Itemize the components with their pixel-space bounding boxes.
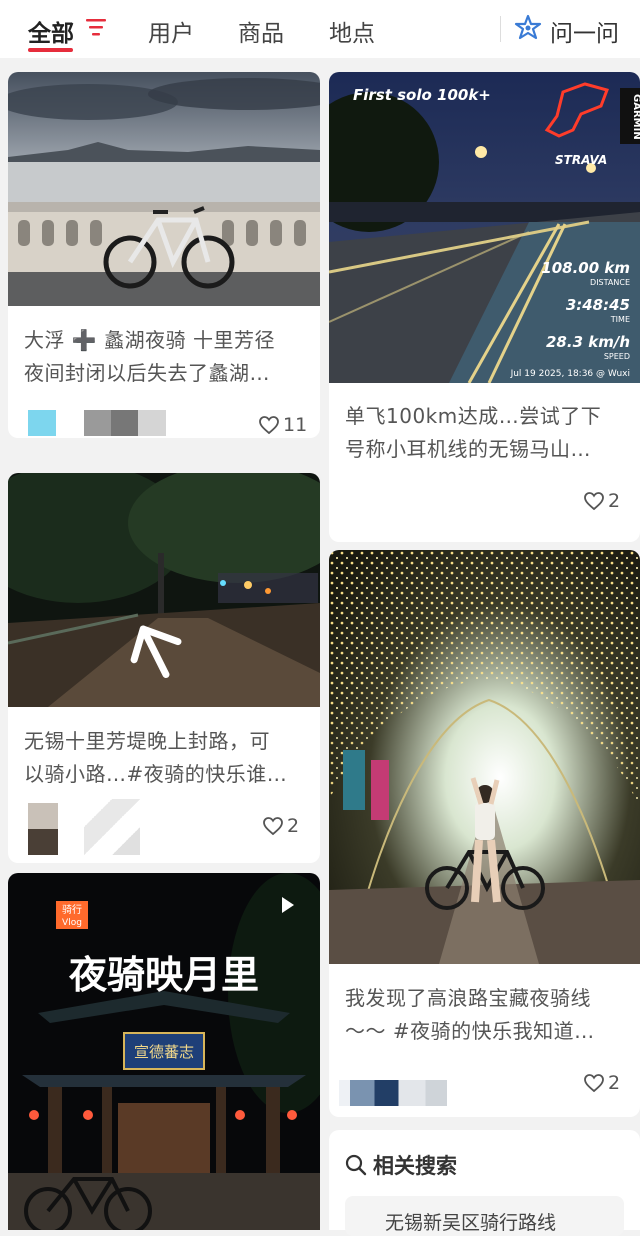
card-title: 单飞100km达成…尝试了下 号称小耳机线的无锡马山… bbox=[345, 404, 602, 461]
ask-button[interactable]: 问一问 bbox=[550, 14, 619, 48]
card-cover-image[interactable]: GARMIN First solo 100k+ STRAVA 108.00 km… bbox=[329, 72, 640, 383]
like-button[interactable]: 11 bbox=[258, 414, 307, 436]
like-button[interactable]: 2 bbox=[583, 1072, 620, 1094]
avatar[interactable] bbox=[28, 410, 56, 436]
card-title: 我发现了高浪路宝藏夜骑线 ～～ #夜骑的快乐我知道… bbox=[345, 986, 595, 1043]
note-card[interactable]: 大浮 ➕ 蠡湖夜骑 十里芳径 夜间封闭以后失去了蠡湖… 11 bbox=[8, 72, 320, 438]
activity-headline: First solo 100k+ bbox=[353, 86, 491, 104]
like-count: 2 bbox=[608, 490, 621, 512]
tab-all[interactable]: 全部 bbox=[28, 14, 74, 48]
like-count: 11 bbox=[283, 414, 308, 436]
heart-icon bbox=[259, 416, 279, 435]
avatar[interactable] bbox=[28, 803, 58, 855]
like-button[interactable]: 2 bbox=[583, 490, 620, 512]
badge-line1: 骑行 bbox=[62, 903, 82, 916]
note-card[interactable]: GARMIN First solo 100k+ STRAVA 108.00 km… bbox=[329, 72, 640, 542]
card-cover-image[interactable]: 骑行 Vlog 夜骑映月里 宣德蕃志 bbox=[8, 873, 320, 1230]
stat-speed-label: SPEED bbox=[604, 352, 630, 361]
like-button[interactable]: 2 bbox=[262, 815, 299, 837]
tab-places[interactable]: 地点 bbox=[329, 14, 375, 48]
card-cover-image[interactable] bbox=[8, 473, 320, 707]
activity-timestamp: Jul 19 2025, 18:36 @ Wuxi bbox=[510, 369, 630, 379]
card-cover-image[interactable] bbox=[329, 550, 640, 964]
username-blurred[interactable] bbox=[84, 799, 140, 855]
related-search-section: 相关搜索 无锡新吴区骑行路线 bbox=[329, 1130, 640, 1236]
like-count: 2 bbox=[608, 1072, 621, 1094]
note-card[interactable]: 无锡十里芳堤晚上封路，可 以骑小路…#夜骑的快乐谁… 2 bbox=[8, 473, 320, 863]
related-search-title: 相关搜索 bbox=[373, 1154, 457, 1178]
top-tab-bar: 全部 用户 商品 地点 问一问 bbox=[0, 0, 640, 58]
badge-line2: Vlog bbox=[62, 918, 82, 928]
stat-speed: 28.3 km/h bbox=[546, 333, 630, 351]
search-icon bbox=[345, 1154, 367, 1176]
gate-sign: 宣德蕃志 bbox=[134, 1043, 194, 1061]
related-search-item[interactable]: 无锡新吴区骑行路线 bbox=[345, 1196, 624, 1236]
strava-logo: STRAVA bbox=[555, 153, 607, 167]
garmin-watermark: GARMIN bbox=[631, 94, 640, 140]
heart-icon bbox=[584, 1074, 604, 1093]
stat-time: 3:48:45 bbox=[566, 296, 630, 314]
card-title: 大浮 ➕ 蠡湖夜骑 十里芳径 夜间封闭以后失去了蠡湖… bbox=[24, 328, 275, 385]
username-blurred[interactable] bbox=[84, 410, 166, 436]
avatar-username-blurred[interactable] bbox=[339, 1080, 447, 1106]
filter-icon[interactable] bbox=[84, 16, 108, 38]
tab-divider bbox=[500, 16, 501, 42]
active-tab-indicator bbox=[28, 48, 73, 52]
stat-distance: 108.00 km bbox=[541, 259, 630, 277]
note-card[interactable]: 骑行 Vlog 夜骑映月里 宣德蕃志 bbox=[8, 873, 320, 1230]
stat-time-label: TIME bbox=[610, 315, 630, 324]
cover-title: 夜骑映月里 bbox=[68, 952, 259, 997]
heart-icon bbox=[263, 817, 283, 836]
stat-distance-label: DISTANCE bbox=[590, 278, 630, 287]
card-title: 无锡十里芳堤晚上封路，可 以骑小路…#夜骑的快乐谁… bbox=[24, 729, 288, 786]
note-card[interactable]: 我发现了高浪路宝藏夜骑线 ～～ #夜骑的快乐我知道… 2 bbox=[329, 550, 640, 1117]
tab-goods[interactable]: 商品 bbox=[238, 14, 284, 48]
tab-users[interactable]: 用户 bbox=[148, 14, 194, 48]
like-count: 2 bbox=[287, 815, 300, 837]
card-cover-image[interactable] bbox=[8, 72, 320, 306]
ask-star-icon[interactable] bbox=[514, 14, 542, 42]
heart-icon bbox=[584, 492, 604, 511]
related-search-item-label: 无锡新吴区骑行路线 bbox=[385, 1212, 557, 1234]
